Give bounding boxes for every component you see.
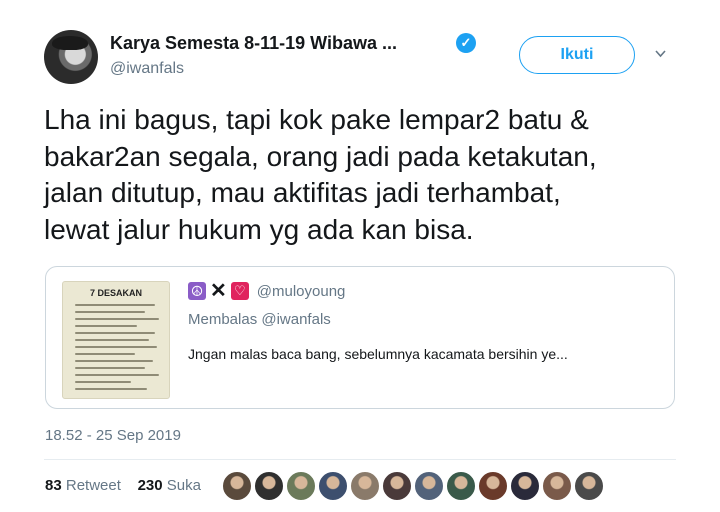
- author-name[interactable]: Karya Semesta 8-11-19 Wibawa ...: [110, 33, 397, 54]
- liker-avatar[interactable]: [414, 471, 444, 501]
- liker-avatar[interactable]: [574, 471, 604, 501]
- liker-avatar[interactable]: [478, 471, 508, 501]
- liker-avatars: [222, 471, 604, 501]
- retweet-count[interactable]: 83: [45, 477, 62, 494]
- liker-avatar[interactable]: [446, 471, 476, 501]
- tweet-stats: 83 Retweet 230 Suka: [45, 477, 201, 494]
- quoted-image-title: 7 DESAKAN: [89, 288, 142, 298]
- tweet-timestamp[interactable]: 18.52 - 25 Sep 2019: [45, 427, 181, 444]
- chevron-down-icon[interactable]: [655, 48, 666, 59]
- peace-emoji-icon: ☮: [188, 282, 206, 300]
- liker-avatar[interactable]: [286, 471, 316, 501]
- quoted-tweet[interactable]: 7 DESAKAN ☮ ✕ ♡ @muloyoung Membalas @iwa…: [45, 266, 675, 409]
- tweet-text: Lha ini bagus, tapi kok pake lempar2 bat…: [44, 102, 694, 248]
- like-count[interactable]: 230: [138, 477, 163, 494]
- follow-button[interactable]: Ikuti: [519, 36, 635, 74]
- divider: [44, 459, 676, 460]
- liker-avatar[interactable]: [542, 471, 572, 501]
- retweet-label[interactable]: Retweet: [66, 477, 121, 494]
- liker-avatar[interactable]: [318, 471, 348, 501]
- like-label[interactable]: Suka: [167, 477, 201, 494]
- author-handle[interactable]: @iwanfals: [110, 60, 184, 78]
- liker-avatar[interactable]: [254, 471, 284, 501]
- tweet-line: lewat jalur hukum yg ada kan bisa.: [44, 213, 474, 245]
- verified-badge-icon: ✓: [456, 33, 476, 53]
- tweet-line: bakar2an segala, orang jadi pada ketakut…: [44, 140, 597, 172]
- quoted-tweet-text: Jngan malas baca bang, sebelumnya kacama…: [188, 346, 568, 362]
- tweet-line: jalan ditutup, mau aktifitas jadi terham…: [44, 177, 561, 208]
- quoted-author-handle: @muloyoung: [256, 282, 346, 300]
- author-avatar[interactable]: [44, 30, 98, 84]
- heart-emoji-icon: ♡: [230, 282, 249, 300]
- liker-avatar[interactable]: [350, 471, 380, 501]
- liker-avatar[interactable]: [510, 471, 540, 501]
- tweet-line: Lha ini bagus, tapi kok pake lempar2 bat…: [44, 104, 589, 135]
- quoted-tweet-image[interactable]: 7 DESAKAN: [62, 281, 170, 399]
- liker-avatar[interactable]: [222, 471, 252, 501]
- liker-avatar[interactable]: [382, 471, 412, 501]
- cross-emoji-icon: ✕: [210, 280, 227, 302]
- replying-to: Membalas @iwanfals: [188, 311, 331, 328]
- quoted-author-row: ☮ ✕ ♡ @muloyoung: [188, 280, 346, 302]
